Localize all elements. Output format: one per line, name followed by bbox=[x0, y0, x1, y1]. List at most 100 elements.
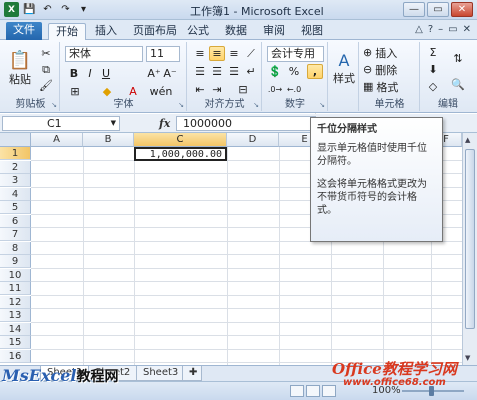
redo-icon[interactable]: ↷ bbox=[58, 2, 73, 17]
page-layout-view-icon[interactable] bbox=[306, 385, 320, 397]
comma-style-button[interactable]: , bbox=[307, 64, 323, 79]
column-header-a[interactable]: A bbox=[31, 133, 83, 147]
italic-button[interactable]: I bbox=[83, 66, 97, 81]
quick-access-toolbar: X 💾 ↶ ↷ ▾ bbox=[4, 2, 91, 17]
autosum-icon[interactable]: Σ bbox=[425, 45, 441, 60]
dialog-launcher-icon[interactable]: ↘ bbox=[319, 101, 325, 109]
normal-view-icon[interactable] bbox=[290, 385, 304, 397]
format-painter-icon[interactable]: 🖌 bbox=[38, 78, 54, 93]
row-header-9[interactable]: 9 bbox=[0, 255, 31, 268]
window-minimize-icon[interactable]: – bbox=[438, 24, 443, 35]
tab-formulas[interactable]: 公式 bbox=[180, 23, 216, 40]
tab-data[interactable]: 数据 bbox=[218, 23, 254, 40]
formula-input[interactable]: 1000000 bbox=[176, 116, 316, 131]
grow-font-icon[interactable]: A⁺ bbox=[147, 66, 161, 81]
minimize-ribbon-icon[interactable]: △ bbox=[415, 24, 423, 35]
customize-icon[interactable]: ▾ bbox=[76, 2, 91, 17]
window-close-icon[interactable]: ✕ bbox=[463, 24, 471, 35]
font-group-label: 字体 bbox=[113, 99, 134, 110]
restore-button[interactable]: ▭ bbox=[427, 2, 449, 17]
align-top-icon[interactable]: ≡ bbox=[192, 46, 208, 61]
tab-home[interactable]: 开始 bbox=[48, 23, 86, 40]
shrink-font-icon[interactable]: A⁻ bbox=[163, 66, 177, 81]
row-header-14[interactable]: 14 bbox=[0, 322, 31, 336]
align-left-icon[interactable]: ☰ bbox=[192, 64, 208, 79]
format-cells-button[interactable]: ▦ 格式 bbox=[362, 79, 416, 94]
align-middle-icon[interactable]: ≡ bbox=[209, 46, 225, 61]
editing-group: Σ ⇅ ⬇ ◇ 🔍 编辑 bbox=[421, 42, 475, 111]
row-header-11[interactable]: 11 bbox=[0, 282, 31, 295]
insert-function-icon[interactable]: fx bbox=[159, 117, 170, 130]
dialog-launcher-icon[interactable]: ↘ bbox=[178, 101, 184, 109]
tab-review[interactable]: 审阅 bbox=[256, 23, 292, 40]
name-box[interactable]: C1 ▼ bbox=[2, 116, 120, 131]
scroll-down-icon[interactable]: ▼ bbox=[465, 354, 470, 362]
row-header-15[interactable]: 15 bbox=[0, 336, 31, 349]
row-header-10[interactable]: 10 bbox=[0, 268, 31, 282]
row-header-4[interactable]: 4 bbox=[0, 187, 31, 201]
orientation-icon[interactable]: ⟋ bbox=[243, 46, 259, 61]
close-button[interactable]: ✕ bbox=[451, 2, 473, 17]
sheet-tab-3[interactable]: Sheet3 bbox=[136, 366, 186, 381]
row-header-13[interactable]: 13 bbox=[0, 309, 31, 322]
vertical-scrollbar[interactable]: ▲ ▼ bbox=[462, 133, 477, 365]
help-icon[interactable]: ? bbox=[428, 24, 433, 35]
column-header-d[interactable]: D bbox=[227, 133, 279, 147]
excel-app-icon[interactable]: X bbox=[4, 2, 19, 17]
row-header-6[interactable]: 6 bbox=[0, 214, 31, 228]
sort-filter-icon[interactable]: ⇅ bbox=[447, 45, 469, 71]
undo-icon[interactable]: ↶ bbox=[40, 2, 55, 17]
row-header-16[interactable]: 16 bbox=[0, 349, 31, 363]
find-select-icon[interactable]: 🔍 bbox=[447, 74, 469, 94]
cut-icon[interactable]: ✂ bbox=[38, 46, 54, 61]
font-size-select[interactable]: 11 bbox=[146, 46, 180, 62]
paste-button[interactable]: 📋 粘贴 bbox=[5, 46, 35, 90]
window-restore-icon[interactable]: ▭ bbox=[448, 24, 457, 35]
tooltip-description: 显示单元格值时使用千位分隔符。 bbox=[317, 143, 427, 167]
underline-button[interactable]: U bbox=[99, 66, 113, 81]
tab-page-layout[interactable]: 页面布局 bbox=[126, 23, 184, 40]
cell-c1[interactable]: 1,000,000.00 bbox=[134, 147, 227, 161]
column-header-c[interactable]: C bbox=[134, 133, 227, 147]
wrap-text-icon[interactable]: ↵ bbox=[243, 64, 259, 79]
dialog-launcher-icon[interactable]: ↘ bbox=[51, 101, 57, 109]
scroll-up-icon[interactable]: ▲ bbox=[465, 136, 470, 144]
styles-button[interactable]: A 样式 bbox=[332, 46, 356, 90]
tab-insert[interactable]: 插入 bbox=[88, 23, 124, 40]
row-header-12[interactable]: 12 bbox=[0, 295, 31, 309]
align-center-icon[interactable]: ☰ bbox=[209, 64, 225, 79]
align-right-icon[interactable]: ☰ bbox=[226, 64, 242, 79]
row-header-1[interactable]: 1 bbox=[0, 147, 31, 160]
dialog-launcher-icon[interactable]: ↘ bbox=[253, 101, 259, 109]
column-header-b[interactable]: B bbox=[83, 133, 134, 147]
insert-sheet-icon[interactable]: ✚ bbox=[182, 366, 202, 381]
grid-line bbox=[279, 147, 280, 365]
office68-watermark: Office教程学习网 www.office68.com bbox=[332, 358, 457, 388]
select-all-corner[interactable] bbox=[0, 133, 31, 147]
row-header-3[interactable]: 3 bbox=[0, 174, 31, 187]
percent-style-button[interactable]: % bbox=[286, 64, 302, 79]
row-header-8[interactable]: 8 bbox=[0, 241, 31, 255]
delete-cells-button[interactable]: ⊖ 删除 bbox=[362, 62, 416, 77]
row-header-5[interactable]: 5 bbox=[0, 201, 31, 214]
scroll-thumb[interactable] bbox=[465, 149, 475, 329]
tab-file[interactable]: 文件 bbox=[6, 22, 42, 40]
insert-cells-button[interactable]: ⊕ 插入 bbox=[362, 45, 416, 60]
chevron-down-icon[interactable]: ▼ bbox=[111, 117, 116, 130]
align-bottom-icon[interactable]: ≡ bbox=[226, 46, 242, 61]
fill-icon[interactable]: ⬇ bbox=[425, 62, 441, 77]
watermark-en: MsExcel bbox=[2, 366, 77, 385]
row-header-2[interactable]: 2 bbox=[0, 160, 31, 174]
bold-button[interactable]: B bbox=[67, 66, 81, 81]
row-header-7[interactable]: 7 bbox=[0, 228, 31, 241]
clear-icon[interactable]: ◇ bbox=[425, 79, 441, 94]
number-format-select[interactable]: 会计专用 bbox=[267, 46, 324, 62]
cells-group: ⊕ 插入 ⊖ 删除 ▦ 格式 单元格 bbox=[360, 42, 420, 111]
font-name-select[interactable]: 宋体 bbox=[65, 46, 143, 62]
grid-line bbox=[31, 267, 462, 269]
tab-view[interactable]: 视图 bbox=[294, 23, 330, 40]
copy-icon[interactable]: ⧉ bbox=[38, 62, 54, 77]
accounting-format-icon[interactable]: 💲 bbox=[267, 64, 283, 79]
save-icon[interactable]: 💾 bbox=[22, 2, 37, 17]
minimize-button[interactable]: — bbox=[403, 2, 425, 17]
